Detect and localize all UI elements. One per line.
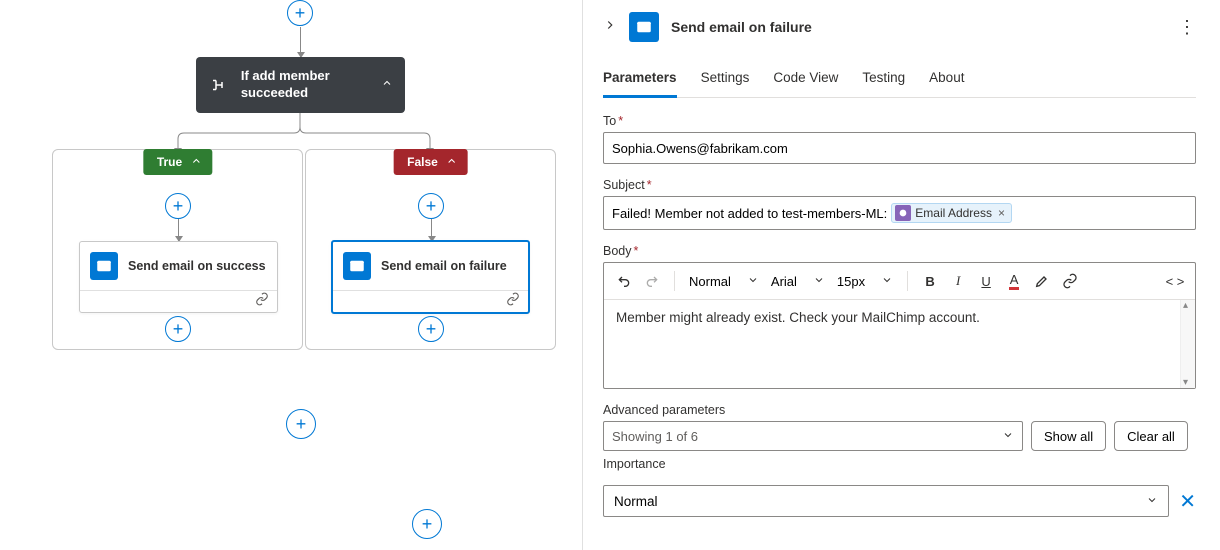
subject-input[interactable]: Failed! Member not added to test-members… [603, 196, 1196, 230]
to-input[interactable]: Sophia.Owens@fabrikam.com [603, 132, 1196, 164]
panel-tabs: Parameters Settings Code View Testing Ab… [603, 64, 1196, 98]
rte-toolbar: Normal Arial 15px B I U A < > [604, 263, 1195, 300]
to-value: Sophia.Owens@fabrikam.com [612, 141, 788, 156]
subject-label: Subject* [603, 178, 1196, 192]
body-input[interactable]: Member might already exist. Check your M… [604, 300, 1195, 388]
bold-button[interactable]: B [918, 269, 942, 293]
panel-title: Send email on failure [671, 19, 812, 35]
details-panel: Send email on failure ⋮ Parameters Setti… [583, 0, 1220, 550]
add-step-false-button[interactable]: + [418, 193, 444, 219]
advanced-section: Advanced parameters Showing 1 of 6 Show … [603, 403, 1196, 451]
tab-about[interactable]: About [929, 64, 964, 97]
font-color-button[interactable]: A [1002, 269, 1026, 293]
subject-prefix: Failed! Member not added to test-members… [612, 206, 887, 221]
style-select[interactable]: Normal [685, 274, 763, 289]
importance-section: Importance Normal ✕ [603, 457, 1196, 517]
undo-button[interactable] [612, 269, 636, 293]
true-label: True [157, 155, 182, 169]
tab-code-view[interactable]: Code View [773, 64, 838, 97]
outlook-icon [629, 12, 659, 42]
true-branch: True + Send email on success + [52, 149, 303, 350]
success-card[interactable]: Send email on success [79, 241, 278, 313]
code-view-button[interactable]: < > [1163, 269, 1187, 293]
advanced-summary: Showing 1 of 6 [612, 429, 698, 444]
chip-label: Email Address [915, 206, 992, 220]
collapse-icon[interactable] [381, 76, 393, 94]
outlook-icon [343, 252, 371, 280]
chevron-up-icon [446, 155, 458, 170]
tab-testing[interactable]: Testing [862, 64, 905, 97]
card-footer [333, 290, 528, 312]
underline-button[interactable]: U [974, 269, 998, 293]
tab-settings[interactable]: Settings [701, 64, 750, 97]
chevron-down-icon [1002, 429, 1014, 444]
show-all-button[interactable]: Show all [1031, 421, 1106, 451]
card-footer [80, 290, 277, 312]
importance-label: Importance [603, 457, 1196, 471]
false-tag[interactable]: False [393, 149, 468, 175]
tab-parameters[interactable]: Parameters [603, 64, 677, 98]
outlook-icon [90, 252, 118, 280]
panel-header: Send email on failure ⋮ [603, 12, 1196, 42]
italic-button[interactable]: I [946, 269, 970, 293]
link-icon [255, 292, 269, 311]
chevron-up-icon [190, 155, 202, 170]
add-step-top-button[interactable]: + [287, 0, 313, 26]
failure-card-label: Send email on failure [381, 259, 507, 273]
to-label: To* [603, 114, 1196, 128]
condition-title: If add member succeeded [241, 68, 371, 102]
flow-canvas: + If add member succeeded True + [0, 0, 583, 550]
mailchimp-icon [895, 205, 911, 221]
add-step-bottom-button[interactable]: + [412, 509, 442, 539]
advanced-label: Advanced parameters [603, 403, 1196, 417]
connector [431, 219, 432, 241]
more-menu-button[interactable]: ⋮ [1178, 17, 1196, 38]
false-label: False [407, 155, 438, 169]
add-step-true-button[interactable]: + [165, 193, 191, 219]
success-card-label: Send email on success [128, 259, 266, 273]
branch-connector [52, 113, 552, 153]
true-tag[interactable]: True [143, 149, 212, 175]
link-button[interactable] [1058, 269, 1082, 293]
importance-value: Normal [614, 494, 658, 509]
body-text: Member might already exist. Check your M… [616, 310, 980, 325]
rich-text-editor: Normal Arial 15px B I U A < > Member mig… [603, 262, 1196, 389]
body-label: Body* [603, 244, 1196, 258]
add-step-false-end-button[interactable]: + [418, 316, 444, 342]
add-step-after-condition-button[interactable]: + [286, 409, 316, 439]
failure-card[interactable]: Send email on failure [331, 240, 530, 314]
collapse-panel-button[interactable] [603, 18, 617, 37]
to-field: To* Sophia.Owens@fabrikam.com [603, 114, 1196, 164]
false-branch: False + Send email on failure + [305, 149, 556, 350]
body-field: Body* Normal Arial 15px B I U A < > Memb… [603, 244, 1196, 389]
advanced-params-select[interactable]: Showing 1 of 6 [603, 421, 1023, 451]
scrollbar[interactable] [1180, 300, 1195, 388]
connector [178, 219, 179, 241]
email-address-chip[interactable]: Email Address × [891, 203, 1012, 223]
condition-node[interactable]: If add member succeeded [196, 57, 405, 113]
subject-field: Subject* Failed! Member not added to tes… [603, 178, 1196, 230]
highlight-button[interactable] [1030, 269, 1054, 293]
link-icon [506, 292, 520, 311]
branch-icon [208, 71, 231, 99]
chevron-down-icon [1146, 494, 1158, 509]
font-select[interactable]: Arial [767, 274, 829, 289]
importance-select[interactable]: Normal [603, 485, 1169, 517]
chip-remove-button[interactable]: × [998, 206, 1005, 220]
connector [300, 27, 301, 57]
redo-button[interactable] [640, 269, 664, 293]
add-step-true-end-button[interactable]: + [165, 316, 191, 342]
remove-param-button[interactable]: ✕ [1179, 489, 1196, 514]
clear-all-button[interactable]: Clear all [1114, 421, 1188, 451]
size-select[interactable]: 15px [833, 274, 897, 289]
